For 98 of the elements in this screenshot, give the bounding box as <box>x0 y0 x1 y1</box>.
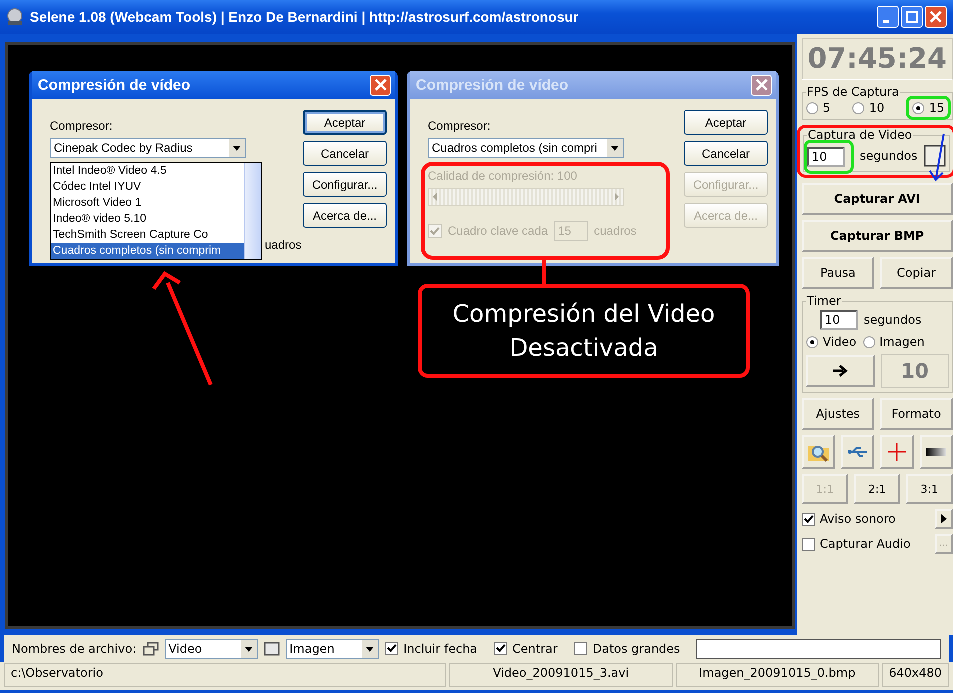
minimize-button[interactable] <box>877 6 899 28</box>
checkbox[interactable] <box>802 512 815 526</box>
play-icon <box>940 514 947 524</box>
frames-label: cuadros <box>594 224 637 238</box>
close-icon <box>756 79 768 91</box>
radio-button[interactable] <box>806 102 819 114</box>
callout-text: Desactivada <box>510 333 658 364</box>
close-button[interactable] <box>370 74 391 96</box>
close-icon <box>930 11 942 23</box>
usb-icon <box>846 445 869 459</box>
radio-label: 15 <box>929 101 945 115</box>
status-cell: c:\Observatorio <box>4 663 446 687</box>
list-option[interactable]: Cuadros completos (sin comprim <box>51 243 244 259</box>
caret-icon <box>607 139 623 157</box>
crosshair-icon <box>886 442 907 462</box>
group-label: Timer <box>806 294 842 308</box>
close-button[interactable] <box>751 74 772 96</box>
checkbox-label: Aviso sonoro <box>820 512 896 526</box>
panel-button[interactable]: Ajustes <box>802 398 874 430</box>
radio-button[interactable] <box>852 102 866 114</box>
radio-label: Imagen <box>880 335 925 349</box>
list-option[interactable]: Códec Intel IYUV <box>51 179 244 195</box>
list-option[interactable]: Microsoft Video 1 <box>51 195 244 211</box>
checkbox-label: Capturar Audio <box>820 537 911 551</box>
dialog-button[interactable]: Configurar... <box>303 172 387 197</box>
radio-button[interactable] <box>862 336 876 348</box>
checkbox[interactable] <box>494 642 507 655</box>
keyframe-label: Cuadro clave cada <box>448 224 548 238</box>
panel-button[interactable]: Formato <box>880 398 953 430</box>
scrollbar[interactable] <box>244 163 261 259</box>
group-label: FPS de Captura <box>806 85 900 99</box>
zoom-button[interactable]: 3:1 <box>906 474 953 504</box>
frames-label: uadros <box>265 238 302 252</box>
compressor-label: Compresor: <box>50 119 114 135</box>
list-option[interactable]: TechSmith Screen Capture Co <box>51 227 244 243</box>
capture-button[interactable]: Capturar BMP <box>802 220 953 252</box>
dialog-button[interactable]: Aceptar <box>684 110 768 135</box>
app-icon <box>6 8 24 26</box>
caret-icon <box>229 139 245 157</box>
arrow-annotation <box>929 134 945 182</box>
unit-label: segundos <box>864 313 922 327</box>
group-label: Captura de Video <box>807 128 914 142</box>
dialog-title: Compresión de vídeo <box>38 76 191 94</box>
quality-label: Calidad de compresión: 100 <box>428 169 578 185</box>
dialog-button[interactable]: Acerca de... <box>303 203 387 228</box>
play-button[interactable] <box>934 509 953 529</box>
file-names-label: Nombres de archivo: <box>12 642 137 656</box>
tool-button[interactable] <box>920 435 953 469</box>
countdown-display: 10 <box>881 354 949 388</box>
video-name-dropdown[interactable]: Video <box>164 638 258 658</box>
checkbox-label: Datos grandes <box>592 642 680 656</box>
radio-button[interactable] <box>912 102 926 114</box>
arrow-right-icon <box>832 364 850 378</box>
close-button[interactable] <box>925 6 947 28</box>
radio-label: Video <box>823 335 857 349</box>
text-field[interactable] <box>696 638 941 658</box>
start-button[interactable] <box>806 355 876 387</box>
compressor-label: Compresor: <box>428 119 492 135</box>
list-option[interactable]: Intel Indeo® Video 4.5 <box>51 163 244 179</box>
checkbox[interactable] <box>802 538 815 550</box>
list-option[interactable]: Indeo® video 5.10 <box>51 211 244 227</box>
image-name-dropdown[interactable]: Imagen <box>286 638 379 658</box>
checkbox[interactable] <box>924 144 946 166</box>
panel-button[interactable]: Copiar <box>880 257 953 289</box>
caret-icon <box>240 640 257 658</box>
maximize-icon <box>906 11 918 23</box>
callout-text: Compresión del Video <box>452 299 716 330</box>
status-cell: Video_20091015_3.avi <box>449 663 673 687</box>
gradient-icon <box>926 448 946 456</box>
maximize-button[interactable] <box>901 6 923 28</box>
dialog-title: Compresión de vídeo <box>416 76 569 94</box>
status-cell: 640x480 <box>882 663 949 687</box>
dialog-button[interactable]: Cancelar <box>303 141 387 166</box>
zoom-button[interactable]: 2:1 <box>854 474 900 504</box>
window-icon <box>264 642 280 656</box>
panel-button[interactable]: Pausa <box>802 257 874 289</box>
checkbox[interactable] <box>574 642 587 655</box>
seconds-field[interactable]: 10 <box>807 147 845 167</box>
dialog-button[interactable]: Cancelar <box>684 141 768 166</box>
timer-field[interactable]: 10 <box>820 310 858 330</box>
windows-icon <box>142 642 159 656</box>
radio-button[interactable] <box>806 336 819 348</box>
compressor-dropdown[interactable]: Cinepak Codec by Radius <box>50 138 246 158</box>
status-cell: Imagen_20091015_0.bmp <box>676 663 880 687</box>
checkbox[interactable] <box>384 642 398 655</box>
checkbox-label: Incluir fecha <box>404 642 478 656</box>
minimize-icon <box>883 20 889 22</box>
checkbox-label: Centrar <box>512 642 558 656</box>
radio-label: 10 <box>869 101 885 115</box>
compressor-dropdown[interactable]: Cuadros completos (sin compri <box>428 138 624 158</box>
capture-button[interactable]: Capturar AVI <box>802 183 953 215</box>
close-icon <box>374 79 386 91</box>
dialog-button[interactable]: Aceptar <box>303 110 387 135</box>
clock-display: 07:45:24 <box>802 38 953 80</box>
unit-label: segundos <box>860 148 918 162</box>
window-title: Selene 1.08 (Webcam Tools) | Enzo De Bernardini | http://astrosurf.com/astronosur <box>30 9 580 25</box>
caret-icon <box>362 640 378 658</box>
radio-label: 5 <box>823 101 831 115</box>
